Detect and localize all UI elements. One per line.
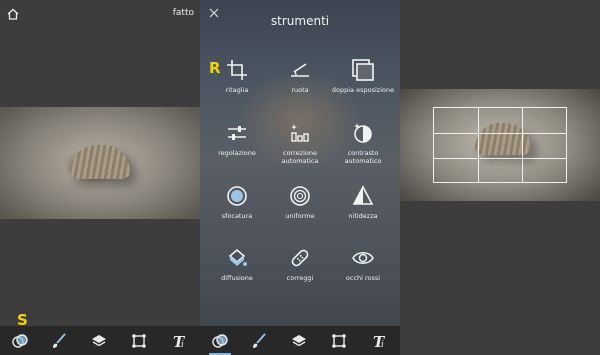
blur-icon (227, 186, 247, 206)
tool-auto-correct[interactable]: correzione automatica (267, 121, 333, 165)
smooth-icon (290, 186, 310, 206)
home-icon[interactable] (6, 7, 20, 21)
photo-preview (0, 107, 200, 219)
red-eye-icon (352, 251, 374, 265)
crop-grid-line (434, 158, 566, 159)
svg-text:i: i (381, 340, 384, 350)
tools-title: strumenti (270, 14, 330, 28)
tool-blur[interactable]: sfocatura (204, 184, 270, 220)
crop-grid-line (434, 133, 566, 134)
brush-icon[interactable] (248, 330, 270, 352)
double-exposure-icon (352, 59, 374, 81)
tool-sharpen[interactable]: nitidezza (330, 184, 396, 220)
tool-label: contrasto automatico (344, 149, 382, 165)
shell-image (70, 145, 130, 179)
tool-rotate[interactable]: ruota (267, 58, 333, 94)
sharpen-icon (352, 185, 374, 205)
tool-auto-contrast[interactable]: contrasto automatico (330, 121, 396, 165)
tool-label: doppia esposizione (331, 86, 395, 94)
rotate-icon (291, 63, 309, 77)
filters-icon[interactable] (9, 330, 31, 352)
tool-crop[interactable]: ritaglia (204, 58, 270, 94)
done-button[interactable]: fatto (173, 8, 194, 18)
tool-double-exposure[interactable]: doppia esposizione (330, 58, 396, 94)
tool-adjust[interactable]: regolazione (204, 121, 270, 157)
diffusion-icon (228, 248, 247, 266)
tool-label: uniforme (285, 212, 315, 220)
auto-correct-icon (291, 124, 309, 142)
adjust-sliders-icon (228, 126, 246, 140)
tool-label: nitidezza (348, 212, 378, 220)
tool-label: occhi rossi (345, 274, 381, 282)
transform-icon[interactable] (328, 330, 350, 352)
tool-label: ruota (291, 86, 309, 94)
svg-text:i: i (181, 340, 184, 350)
bottom-toolbar-middle: Ti (200, 326, 400, 355)
heal-icon (291, 249, 309, 267)
transform-icon[interactable] (128, 330, 150, 352)
tool-label: ritaglia (225, 86, 249, 94)
layers-icon[interactable] (88, 330, 110, 352)
tool-label: regolazione (218, 149, 256, 157)
brush-icon[interactable] (48, 330, 70, 352)
auto-contrast-icon (354, 123, 372, 143)
crop-grid-line (522, 108, 523, 182)
svg-text:T: T (173, 333, 186, 350)
tool-label: correzione automatica (281, 149, 319, 165)
tool-label: sfocatura (221, 212, 253, 220)
crop-frame[interactable] (433, 107, 567, 183)
tool-diffusion[interactable]: diffusione (204, 246, 270, 282)
bottom-toolbar-left: Ti (0, 326, 200, 355)
svg-text:T: T (373, 333, 386, 350)
tool-label: diffusione (221, 274, 253, 282)
crop-icon (227, 60, 247, 80)
crop-grid-line (478, 108, 479, 182)
tools-panel: strumenti R ritaglia ruota doppia esposi… (200, 0, 400, 355)
tool-red-eye[interactable]: occhi rossi (330, 246, 396, 282)
filters-icon[interactable] (209, 330, 231, 352)
layers-icon[interactable] (288, 330, 310, 352)
text-icon[interactable]: Ti (368, 330, 390, 352)
text-icon[interactable]: Ti (168, 330, 190, 352)
tool-label: correggi (286, 274, 314, 282)
editor-panel-left: fatto S Ti (0, 0, 200, 355)
tool-smooth[interactable]: uniforme (267, 184, 333, 220)
tool-heal[interactable]: correggi (267, 246, 333, 282)
